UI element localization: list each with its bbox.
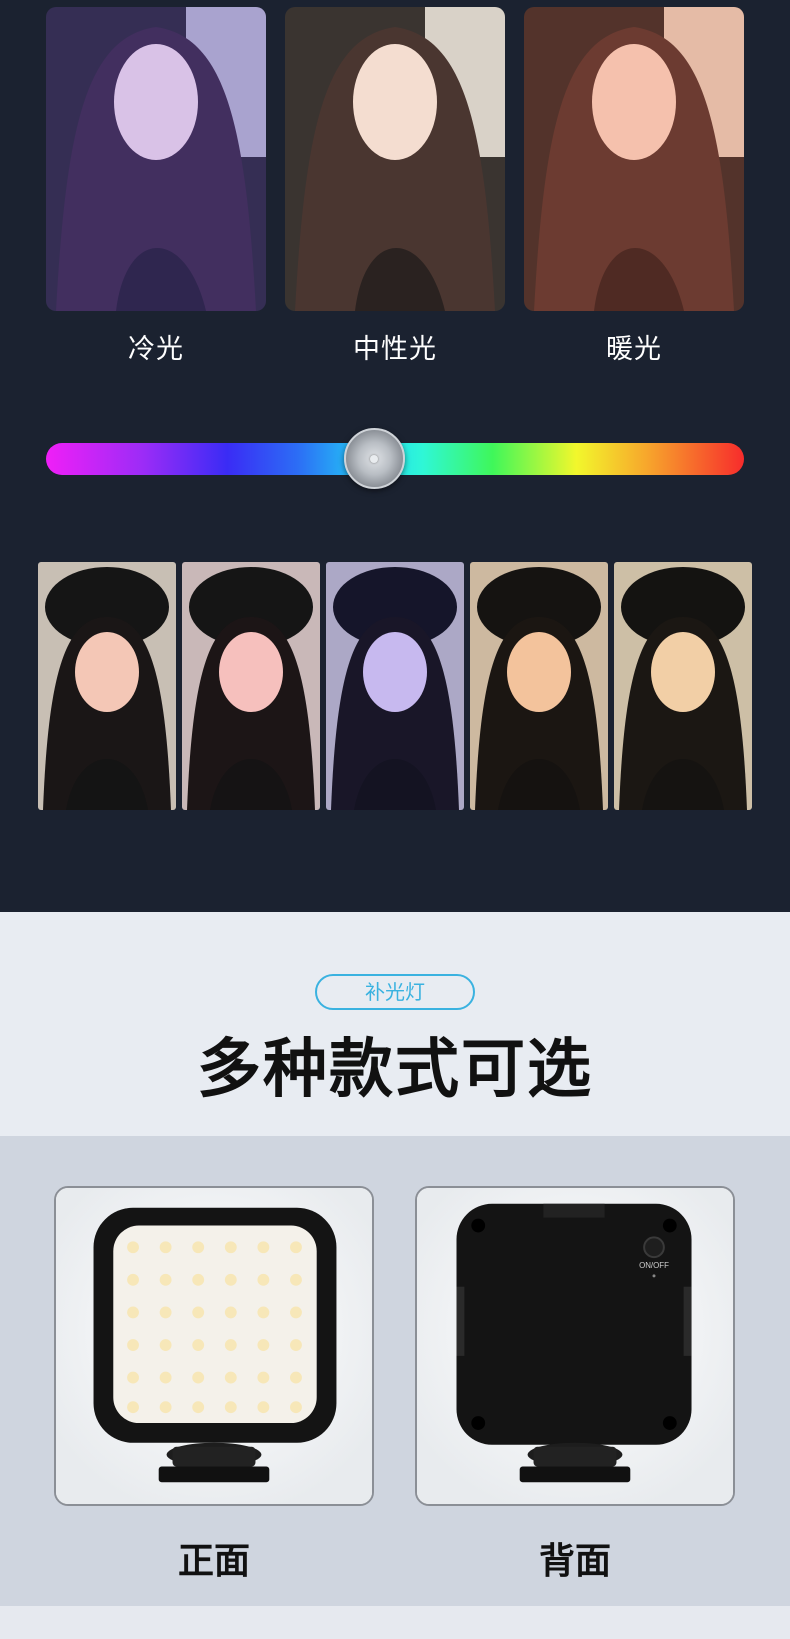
- warm-light-label: 暖光: [606, 334, 662, 365]
- led-light-front-icon: [56, 1188, 372, 1504]
- warm-light-photo: [524, 7, 744, 311]
- back-view-label: 背面: [538, 1541, 611, 1582]
- bottom-strip: [0, 1606, 790, 1639]
- section-tag: 补光灯: [315, 974, 475, 1010]
- cool-light-label: 冷光: [128, 334, 184, 365]
- cool-light-photo: [46, 7, 266, 311]
- neutral-light-photo: [285, 7, 505, 311]
- color-sample-photo-3: [326, 562, 464, 810]
- slider-knob[interactable]: [343, 428, 405, 489]
- power-button-label: ON/OFF: [639, 1261, 669, 1270]
- led-light-back-icon: ON/OFF: [417, 1188, 733, 1504]
- front-view-label: 正面: [177, 1541, 250, 1582]
- color-sample-photo-1: [38, 562, 176, 810]
- back-view-card: ON/OFF: [415, 1186, 735, 1506]
- front-view-card: [54, 1186, 374, 1506]
- color-sample-photo-5: [614, 562, 752, 810]
- color-sample-photo-4: [470, 562, 608, 810]
- section-heading: 多种款式可选: [197, 1033, 593, 1107]
- color-sample-photo-2: [182, 562, 320, 810]
- neutral-light-label: 中性光: [353, 334, 437, 365]
- power-button-icon: [643, 1236, 665, 1259]
